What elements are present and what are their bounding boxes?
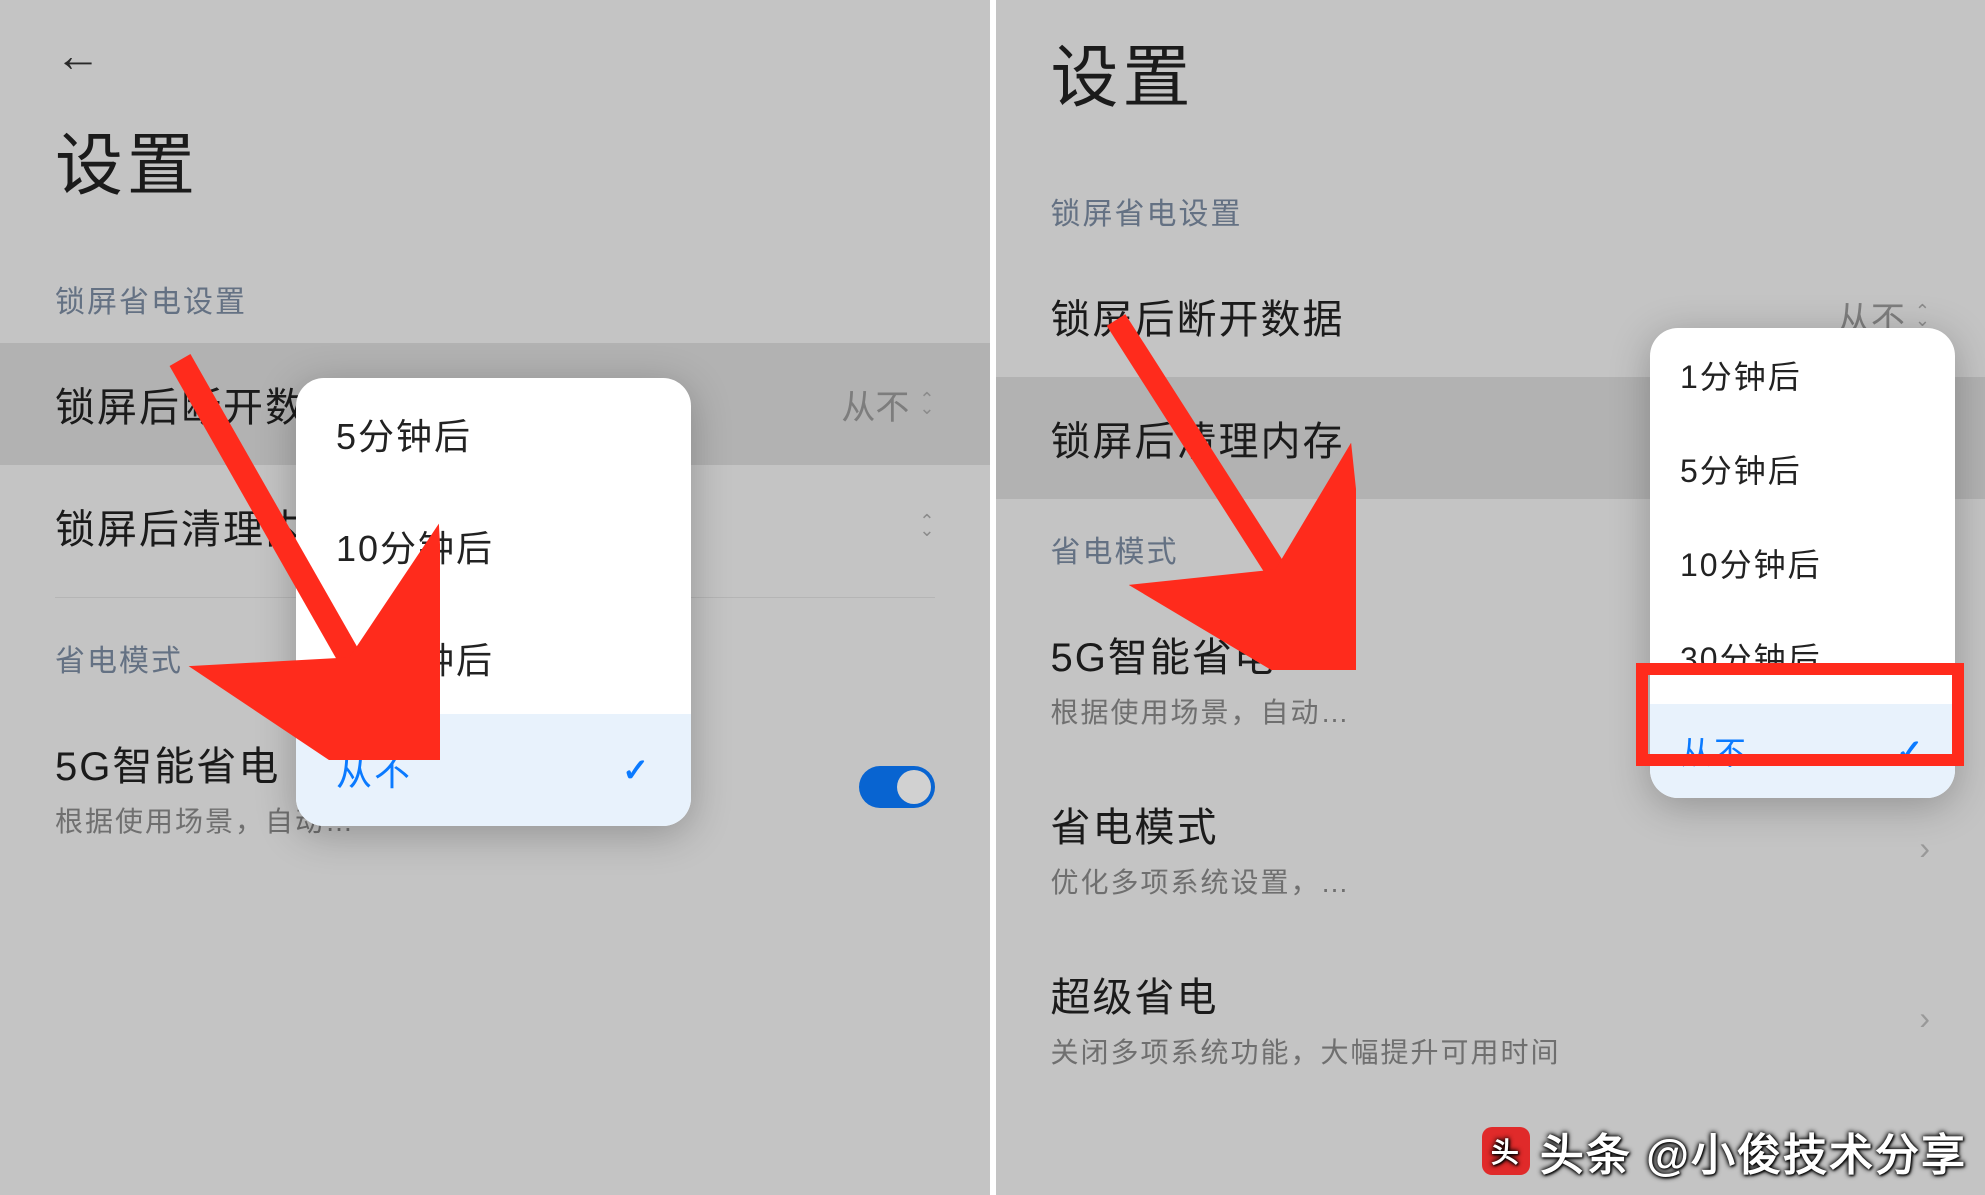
popup-option-30min[interactable]: 30分钟后 [296,602,691,714]
setting-label: 5G智能省电 [1051,625,1351,683]
section-header-lockscreen: 锁屏省电设置 [0,249,990,343]
setting-sublabel: 根据使用场景，自动… [1051,691,1351,731]
setting-value: 从不 ⌃⌄ [841,380,934,429]
setting-super-power-save[interactable]: 超级省电 关闭多项系统功能，大幅提升可用时间 › [996,933,1985,1103]
sort-icon: ⌃⌄ [919,395,934,413]
popup-option-5min[interactable]: 5分钟后 [296,378,691,490]
section-header-lockscreen: 锁屏省电设置 [996,161,1985,255]
setting-sublabel: 关闭多项系统功能，大幅提升可用时间 [1051,1031,1561,1071]
setting-label: 锁屏后断开数据 [1051,287,1345,345]
chevron-right-icon: › [1919,1000,1930,1037]
setting-sublabel: 优化多项系统设置，… [1051,861,1351,901]
popup-option-1min[interactable]: 1分钟后 [1650,328,1955,422]
setting-label: 超级省电 [1051,965,1561,1023]
right-screenshot: 设置 锁屏省电设置 锁屏后断开数据 从不 ⌃⌄ 锁屏后清理内存 从不 ⌃⌄ 省电… [996,0,1985,1195]
popup-option-10min[interactable]: 10分钟后 [296,490,691,602]
dropdown-popup: 1分钟后 5分钟后 10分钟后 30分钟后 从不 ✓ [1650,328,1955,798]
check-icon: ✓ [1896,732,1925,770]
popup-option-never[interactable]: 从不 ✓ [296,714,691,826]
setting-value: ⌃⌄ [919,517,934,535]
watermark-logo-icon: 头 [1482,1127,1530,1175]
popup-option-10min[interactable]: 10分钟后 [1650,516,1955,610]
left-screenshot: ← 设置 锁屏省电设置 锁屏后断开数据 从不 ⌃⌄ 锁屏后清理内存 ⌃⌄ 省电模… [0,0,996,1195]
dropdown-popup: 5分钟后 10分钟后 30分钟后 从不 ✓ [296,378,691,826]
setting-label: 锁屏后清理内存 [1051,409,1345,467]
check-icon: ✓ [622,751,651,789]
sort-icon: ⌃⌄ [919,517,934,535]
page-title: 设置 [0,0,990,249]
toggle-switch[interactable] [859,766,935,808]
popup-option-never[interactable]: 从不 ✓ [1650,704,1955,798]
page-title: 设置 [996,0,1985,161]
setting-label: 省电模式 [1051,795,1351,853]
watermark-text: 头条 @小俊技术分享 [1540,1119,1967,1183]
back-icon[interactable]: ← [55,28,101,82]
sort-icon: ⌃⌄ [1915,307,1930,325]
popup-option-30min[interactable]: 30分钟后 [1650,610,1955,704]
popup-option-5min[interactable]: 5分钟后 [1650,422,1955,516]
watermark: 头 头条 @小俊技术分享 [1482,1119,1967,1183]
chevron-right-icon: › [1919,830,1930,867]
